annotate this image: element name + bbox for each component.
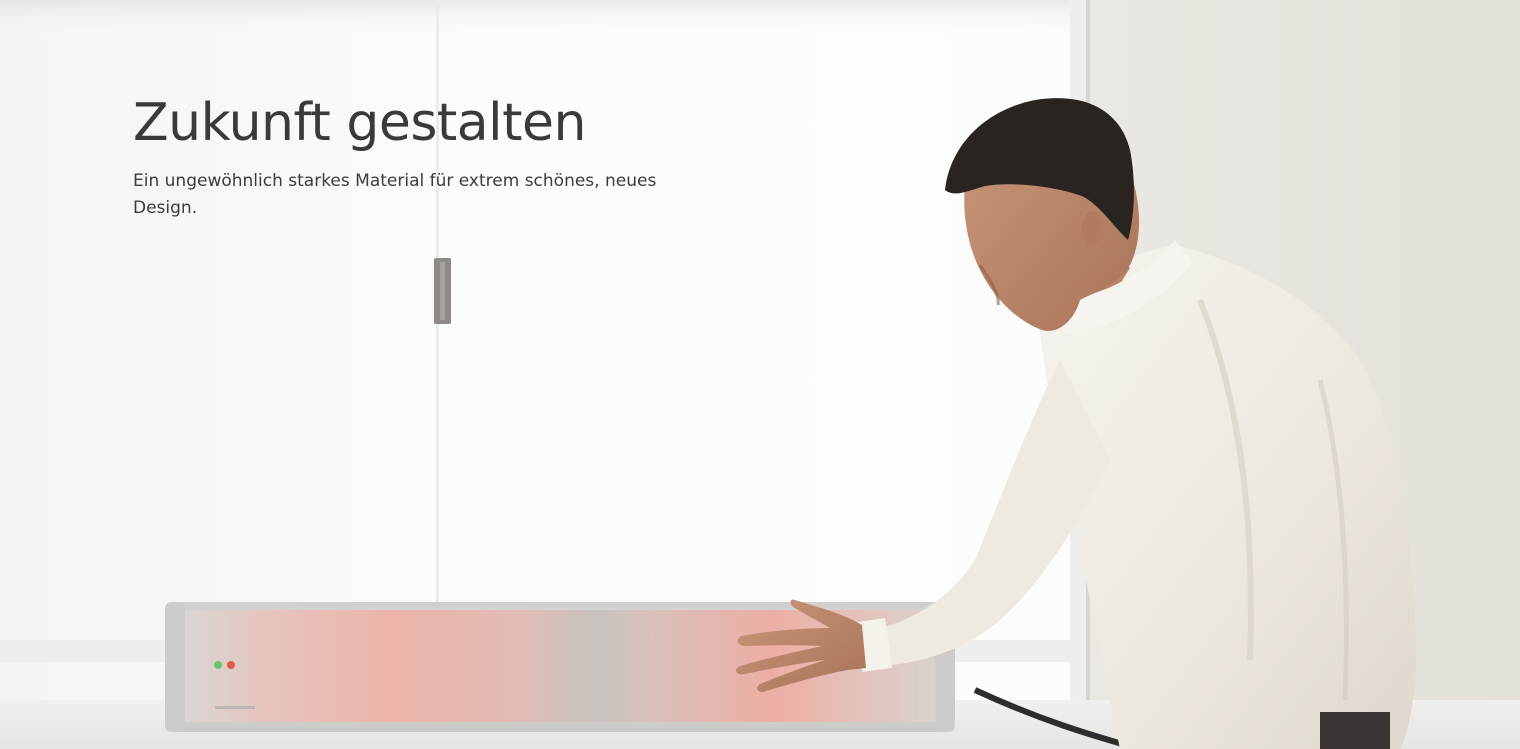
hero-subtitle: Ein ungewöhnlich starkes Material für ex… [133, 171, 657, 218]
hero-text-block: Zukunft gestalten Ein ungewöhnlich stark… [133, 92, 773, 222]
hero-title: Zukunft gestalten [133, 93, 586, 153]
hero-banner: Zukunft gestalten Ein ungewöhnlich stark… [0, 0, 1520, 749]
